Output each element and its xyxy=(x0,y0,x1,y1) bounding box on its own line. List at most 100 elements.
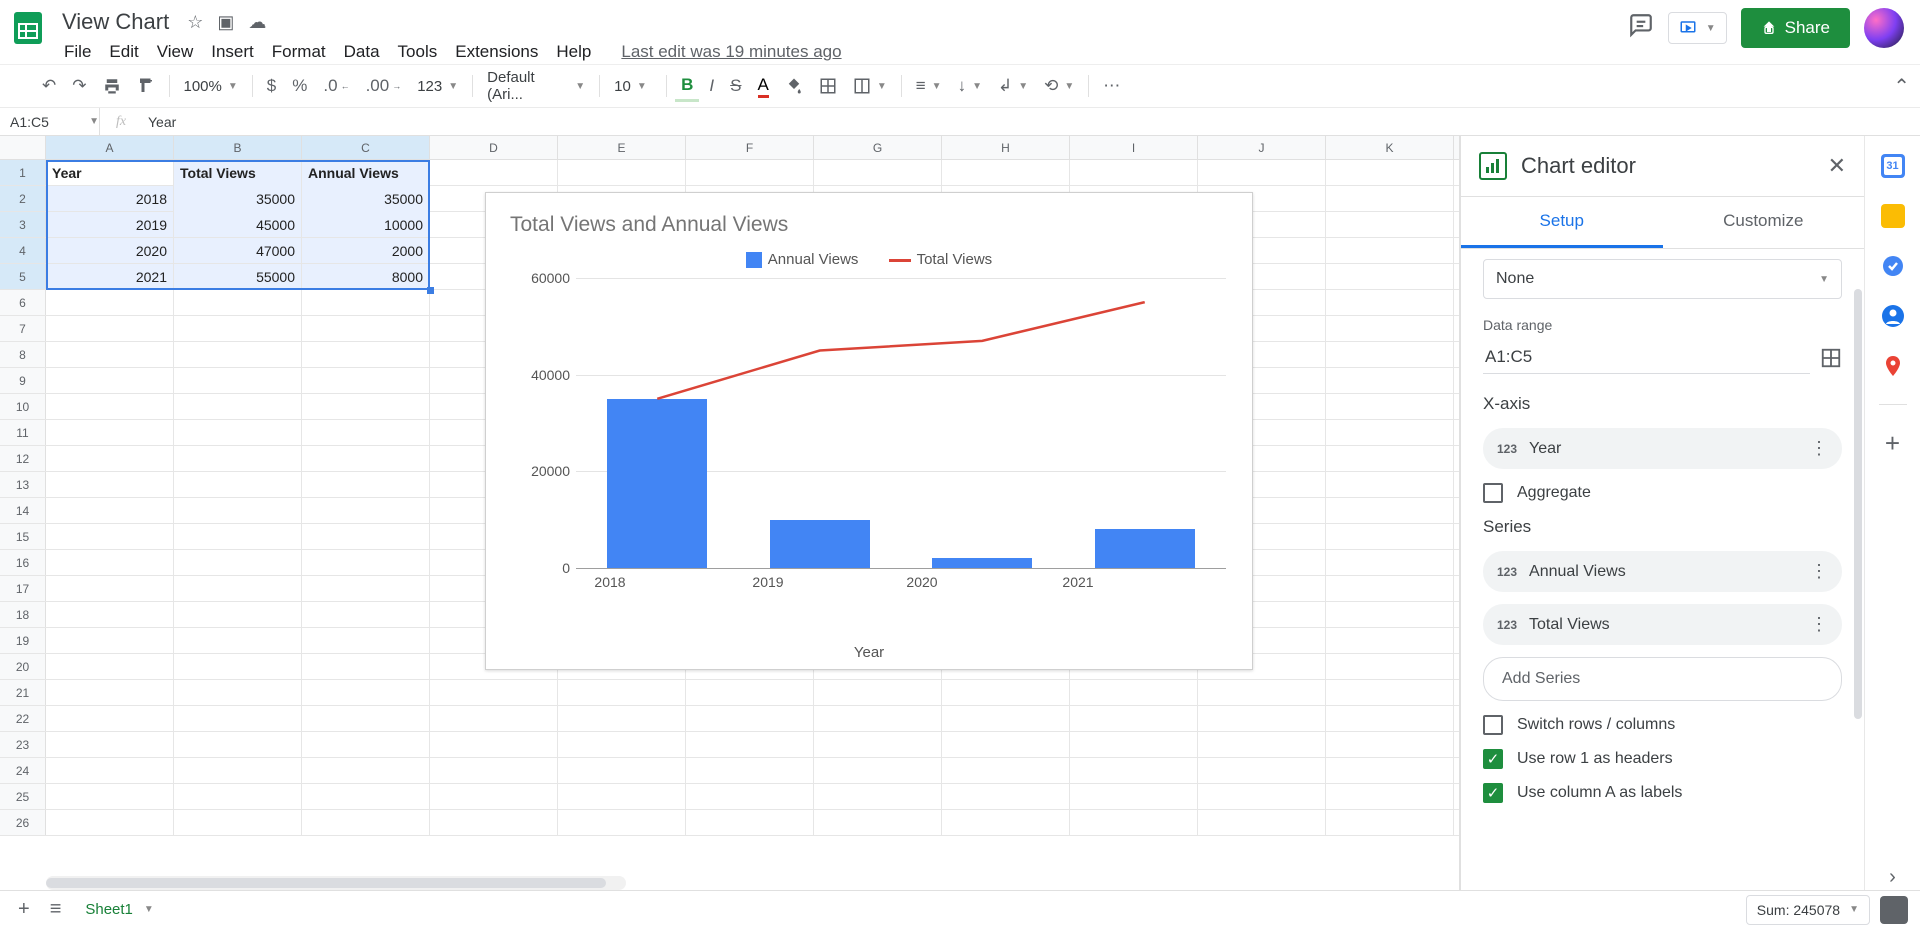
cell[interactable] xyxy=(46,654,174,679)
font-select[interactable]: Default (Ari...▼ xyxy=(481,65,591,107)
cell[interactable] xyxy=(1326,706,1454,731)
cell[interactable] xyxy=(1326,758,1454,783)
cell[interactable] xyxy=(558,732,686,757)
cell[interactable] xyxy=(1326,446,1454,471)
share-button[interactable]: Share xyxy=(1741,8,1850,48)
col-A[interactable]: A xyxy=(46,136,174,159)
cell[interactable] xyxy=(1326,498,1454,523)
row-header[interactable]: 18 xyxy=(0,602,46,627)
cell[interactable] xyxy=(174,342,302,367)
embedded-chart[interactable]: Total Views and Annual Views Annual View… xyxy=(485,192,1253,670)
tasks-icon[interactable] xyxy=(1881,254,1905,278)
cell[interactable] xyxy=(1070,160,1198,185)
cell[interactable] xyxy=(46,420,174,445)
row-header[interactable]: 11 xyxy=(0,420,46,445)
colA-labels-row[interactable]: ✓ Use column A as labels xyxy=(1483,783,1842,803)
cell[interactable] xyxy=(46,394,174,419)
row-header[interactable]: 20 xyxy=(0,654,46,679)
cell[interactable] xyxy=(1326,368,1454,393)
row-header[interactable]: 10 xyxy=(0,394,46,419)
sheets-logo[interactable] xyxy=(8,8,48,48)
menu-view[interactable]: View xyxy=(149,38,202,66)
cell[interactable] xyxy=(1326,342,1454,367)
cell[interactable] xyxy=(1198,810,1326,835)
row-header[interactable]: 9 xyxy=(0,368,46,393)
maps-icon[interactable] xyxy=(1881,354,1905,378)
borders-button[interactable] xyxy=(813,73,843,99)
cell[interactable] xyxy=(1326,420,1454,445)
cell[interactable] xyxy=(302,316,430,341)
cell[interactable] xyxy=(174,680,302,705)
menu-edit[interactable]: Edit xyxy=(101,38,146,66)
cell[interactable]: 2019 xyxy=(46,212,174,237)
sidebar-scrollbar[interactable] xyxy=(1854,249,1862,890)
cell[interactable] xyxy=(1326,654,1454,679)
currency-button[interactable]: $ xyxy=(261,72,282,100)
row-header[interactable]: 4 xyxy=(0,238,46,263)
cell[interactable] xyxy=(1326,784,1454,809)
cell[interactable] xyxy=(1326,264,1454,289)
cell[interactable] xyxy=(1326,576,1454,601)
menu-extensions[interactable]: Extensions xyxy=(447,38,546,66)
cell[interactable] xyxy=(1326,524,1454,549)
cell[interactable] xyxy=(302,290,430,315)
contacts-icon[interactable] xyxy=(1881,304,1905,328)
cell[interactable] xyxy=(430,160,558,185)
cell[interactable] xyxy=(1326,186,1454,211)
cell[interactable] xyxy=(302,706,430,731)
cell[interactable] xyxy=(430,680,558,705)
cell[interactable] xyxy=(942,706,1070,731)
cell[interactable] xyxy=(558,680,686,705)
cell[interactable] xyxy=(46,602,174,627)
cell[interactable] xyxy=(1326,732,1454,757)
cell[interactable] xyxy=(686,706,814,731)
col-C[interactable]: C xyxy=(302,136,430,159)
cell[interactable] xyxy=(302,524,430,549)
menu-format[interactable]: Format xyxy=(264,38,334,66)
selection-handle[interactable] xyxy=(427,287,434,294)
cell[interactable] xyxy=(1198,758,1326,783)
cell[interactable] xyxy=(558,784,686,809)
cell[interactable] xyxy=(174,758,302,783)
cell[interactable] xyxy=(942,810,1070,835)
cell[interactable] xyxy=(942,680,1070,705)
cell[interactable] xyxy=(1326,810,1454,835)
cell[interactable] xyxy=(174,420,302,445)
cell[interactable]: 8000 xyxy=(302,264,430,289)
cell[interactable]: 2018 xyxy=(46,186,174,211)
number-format-select[interactable]: 123▼ xyxy=(411,74,464,99)
collapse-toolbar-icon[interactable]: ⌃ xyxy=(1893,74,1910,99)
row1-headers-checkbox[interactable]: ✓ xyxy=(1483,749,1503,769)
cell[interactable] xyxy=(942,784,1070,809)
cell[interactable] xyxy=(302,680,430,705)
col-I[interactable]: I xyxy=(1070,136,1198,159)
row-header[interactable]: 6 xyxy=(0,290,46,315)
cell[interactable]: 47000 xyxy=(174,238,302,263)
col-D[interactable]: D xyxy=(430,136,558,159)
percent-button[interactable]: % xyxy=(286,72,313,100)
cell[interactable] xyxy=(174,576,302,601)
menu-help[interactable]: Help xyxy=(548,38,599,66)
row-header[interactable]: 16 xyxy=(0,550,46,575)
row-header[interactable]: 14 xyxy=(0,498,46,523)
cell[interactable] xyxy=(302,446,430,471)
cell[interactable] xyxy=(302,498,430,523)
cell[interactable] xyxy=(430,810,558,835)
add-sheet-button[interactable]: + xyxy=(8,892,40,927)
row-header[interactable]: 17 xyxy=(0,576,46,601)
cell[interactable] xyxy=(558,758,686,783)
menu-insert[interactable]: Insert xyxy=(203,38,262,66)
paint-format-button[interactable] xyxy=(131,73,161,99)
redo-button[interactable]: ↷ xyxy=(66,72,92,100)
cell[interactable] xyxy=(302,394,430,419)
cell[interactable]: 55000 xyxy=(174,264,302,289)
menu-data[interactable]: Data xyxy=(336,38,388,66)
bold-button[interactable]: B xyxy=(675,71,699,102)
colA-labels-checkbox[interactable]: ✓ xyxy=(1483,783,1503,803)
name-box[interactable]: A1:C5▼ xyxy=(0,108,100,135)
cell[interactable] xyxy=(302,550,430,575)
cell[interactable] xyxy=(46,368,174,393)
cell[interactable] xyxy=(1198,706,1326,731)
cell[interactable] xyxy=(686,680,814,705)
print-button[interactable] xyxy=(97,73,127,99)
